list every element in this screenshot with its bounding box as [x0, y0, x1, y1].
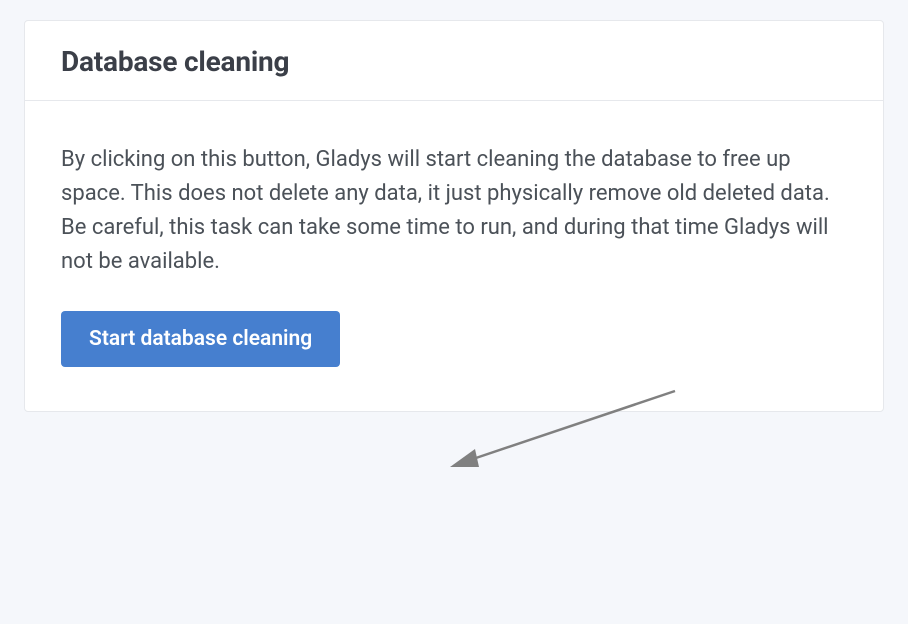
database-cleaning-card: Database cleaning By clicking on this bu…	[24, 20, 884, 412]
card-description: By clicking on this button, Gladys will …	[61, 143, 847, 279]
card-body: By clicking on this button, Gladys will …	[25, 101, 883, 411]
card-header: Database cleaning	[25, 21, 883, 101]
start-database-cleaning-button[interactable]: Start database cleaning	[61, 311, 340, 367]
card-title: Database cleaning	[61, 45, 847, 78]
